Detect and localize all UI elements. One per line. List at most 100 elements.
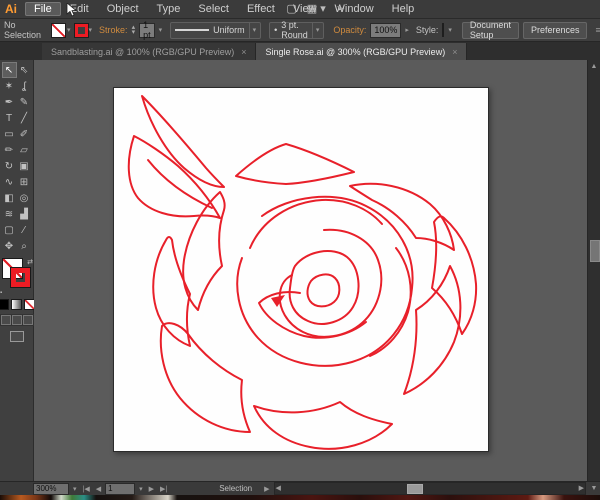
- blend-tool[interactable]: ◎: [17, 190, 32, 206]
- status-text: Selection: [219, 484, 252, 493]
- stroke-indicator-red[interactable]: [11, 268, 30, 287]
- document-tab-1[interactable]: Sandblasting.ai @ 100% (RGB/GPU Preview)…: [42, 43, 256, 60]
- horizontal-scrollbar[interactable]: ◀ ▶: [274, 482, 586, 495]
- paintbrush-tool[interactable]: ✐: [17, 126, 32, 142]
- stroke-weight-stepper[interactable]: ▴▾: [132, 25, 136, 35]
- first-artboard-button[interactable]: |◀: [81, 485, 92, 493]
- status-flyout-icon[interactable]: ▶: [262, 485, 271, 493]
- panel-menu-icon[interactable]: ≡▾: [595, 25, 600, 36]
- free-transform-tool[interactable]: ▣: [17, 158, 32, 174]
- bottom-left-petal[interactable]: [161, 323, 250, 432]
- menu-bar: Ai FileEditObjectTypeSelectEffectViewWin…: [0, 0, 600, 19]
- color-mode-row: [0, 299, 35, 310]
- width-tool[interactable]: ∿: [2, 174, 17, 190]
- draw-normal-button[interactable]: [1, 315, 11, 325]
- opacity-link[interactable]: Opacity:: [333, 25, 366, 35]
- draw-inside-button[interactable]: [23, 315, 33, 325]
- scroll-right-icon[interactable]: ▶: [579, 484, 584, 492]
- last-artboard-button[interactable]: ▶|: [158, 485, 169, 493]
- scroll-left-icon[interactable]: ◀: [276, 484, 281, 492]
- default-fill-stroke-icon[interactable]: ▪: [0, 290, 2, 296]
- rectangle-tool[interactable]: ▭: [2, 126, 17, 142]
- screen-mode-button[interactable]: [10, 331, 24, 342]
- direct-selection-tool[interactable]: ⇖: [17, 62, 32, 78]
- menu-effect[interactable]: Effect: [238, 2, 284, 16]
- top-petal[interactable]: [236, 144, 354, 184]
- upper-inner-arc[interactable]: [250, 200, 382, 248]
- style-swatch[interactable]: [442, 23, 444, 37]
- artboard-tool[interactable]: ▢: [2, 222, 17, 238]
- spiral-ring2[interactable]: [290, 251, 359, 324]
- draw-behind-button[interactable]: [12, 315, 22, 325]
- perspective-grid-tool[interactable]: ⊞: [17, 174, 32, 190]
- eraser-tool[interactable]: ▱: [17, 142, 32, 158]
- zoom-level-field[interactable]: 300%: [33, 483, 69, 495]
- stroke-weight-field[interactable]: 1 pt: [139, 23, 155, 38]
- shape-builder-tool[interactable]: ◧: [2, 190, 17, 206]
- selection-tool[interactable]: ↖: [2, 62, 17, 78]
- zoom-tool[interactable]: ⌕: [17, 238, 32, 254]
- symbol-sprayer-tool[interactable]: ≋: [2, 206, 17, 222]
- pen-tool[interactable]: ✒: [2, 94, 17, 110]
- chevron-down-icon[interactable]: ▾: [448, 26, 452, 34]
- next-artboard-button[interactable]: ▶: [147, 485, 156, 493]
- bridge-icon[interactable]: ▢: [286, 2, 296, 15]
- magic-wand-tool[interactable]: ✶: [2, 78, 17, 94]
- opacity-field[interactable]: 100%: [370, 23, 401, 38]
- menu-select[interactable]: Select: [189, 2, 238, 16]
- fill-stroke-indicator[interactable]: ⇄ ▪: [0, 258, 33, 296]
- prev-artboard-button[interactable]: ◀: [94, 485, 103, 493]
- gradient-button[interactable]: [11, 299, 22, 310]
- menu-edit[interactable]: Edit: [61, 2, 98, 16]
- artboard-dropdown-icon[interactable]: ▾: [137, 485, 145, 493]
- width-profile-dropdown[interactable]: • 3 pt. Round ▾: [269, 22, 324, 39]
- artboard-number-field[interactable]: 1: [105, 483, 135, 495]
- arrange-documents-icon[interactable]: ▦ ▾: [307, 2, 326, 15]
- menu-object[interactable]: Object: [98, 2, 148, 16]
- menu-help[interactable]: Help: [383, 2, 424, 16]
- hand-tool[interactable]: ✥: [2, 238, 17, 254]
- tools-panel: ↖⇖✶ʆ✒✎T╱▭✐✏▱↻▣∿⊞◧◎≋▟▢⁄✥⌕ ⇄ ▪: [0, 60, 34, 481]
- slice-tool[interactable]: ⁄: [17, 222, 32, 238]
- document-setup-button[interactable]: Document Setup: [462, 22, 519, 39]
- horizontal-scroll-thumb[interactable]: [407, 484, 423, 494]
- zoom-dropdown-icon[interactable]: ▾: [71, 485, 79, 493]
- spiral-center[interactable]: [307, 274, 339, 306]
- line-segment-tool[interactable]: ╱: [17, 110, 32, 126]
- center-triangle[interactable]: [271, 295, 285, 307]
- document-tab-2[interactable]: Single Rose.ai @ 300% (RGB/GPU Preview)×: [256, 43, 467, 60]
- curvature-tool[interactable]: ✎: [17, 94, 32, 110]
- chevron-down-icon[interactable]: ▾: [67, 26, 71, 34]
- spiral-ring3[interactable]: [280, 230, 382, 337]
- gpu-performance-icon[interactable]: ➢: [336, 2, 345, 15]
- stroke-panel-link[interactable]: Stroke:: [99, 25, 128, 35]
- close-icon[interactable]: ×: [452, 47, 457, 57]
- stroke-swatch[interactable]: ▾: [75, 24, 93, 37]
- menu-type[interactable]: Type: [148, 2, 190, 16]
- rotate-tool[interactable]: ↻: [2, 158, 17, 174]
- preferences-button[interactable]: Preferences: [523, 22, 588, 39]
- artboard[interactable]: [113, 87, 489, 452]
- menu-file[interactable]: File: [25, 2, 61, 16]
- fill-swatch[interactable]: ▾: [51, 23, 71, 38]
- bottom-petal[interactable]: [254, 402, 392, 449]
- color-button[interactable]: [0, 299, 9, 310]
- swap-fill-stroke-icon[interactable]: ⇄: [27, 258, 33, 266]
- chevron-right-icon[interactable]: ▸: [405, 26, 409, 34]
- pencil-tool[interactable]: ✏: [2, 142, 17, 158]
- chevron-down-icon[interactable]: ▾: [159, 26, 163, 34]
- scroll-up-icon[interactable]: ▲: [588, 60, 600, 72]
- lasso-tool[interactable]: ʆ: [17, 78, 32, 94]
- canvas[interactable]: [34, 60, 587, 481]
- close-icon[interactable]: ×: [241, 47, 246, 57]
- scroll-down-icon[interactable]: ▼: [588, 483, 600, 494]
- column-graph-tool[interactable]: ▟: [17, 206, 32, 222]
- selection-status: No Selection: [4, 20, 41, 40]
- chevron-down-icon[interactable]: ▾: [89, 26, 93, 34]
- type-tool[interactable]: T: [2, 110, 17, 126]
- leaf-upper-leaflet[interactable]: [142, 96, 224, 187]
- brush-definition-dropdown[interactable]: Uniform ▾: [170, 22, 261, 39]
- mid-swirl[interactable]: [237, 197, 412, 366]
- vertical-scrollbar[interactable]: ▲: [587, 60, 600, 481]
- vertical-scroll-thumb[interactable]: [590, 240, 600, 262]
